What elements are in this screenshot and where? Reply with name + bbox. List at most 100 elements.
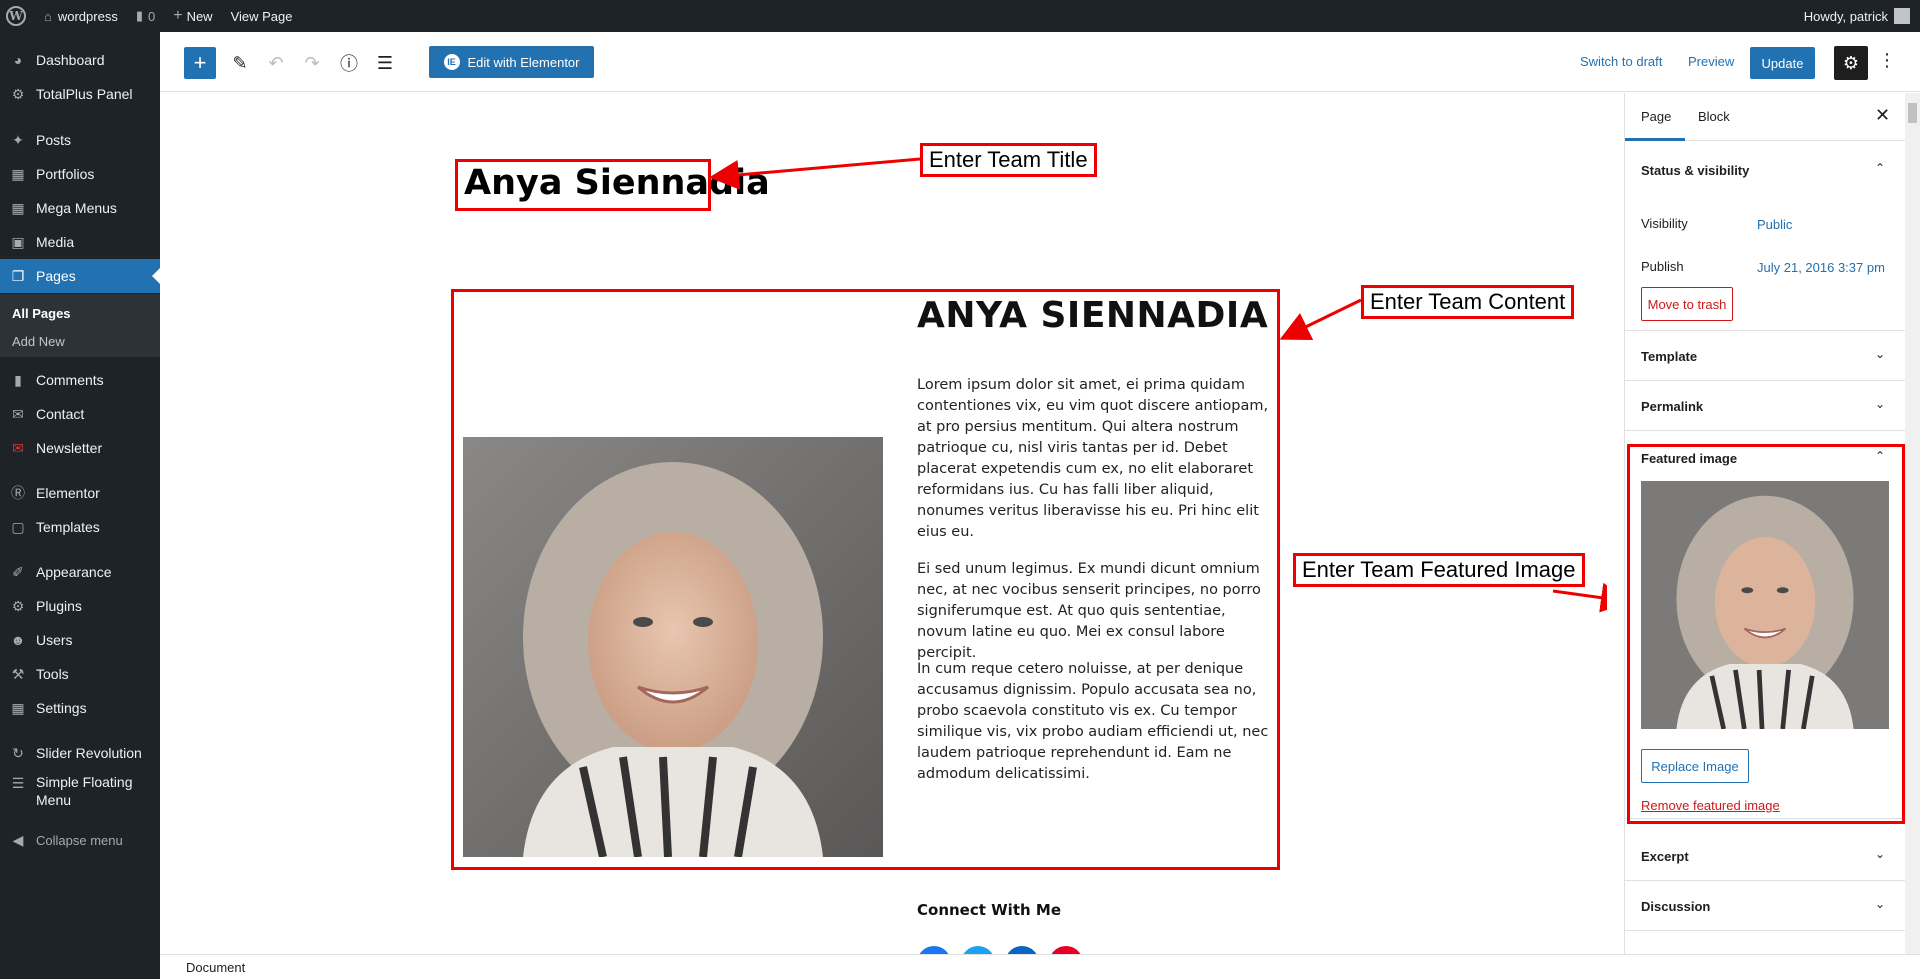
editor-header: + ✎ ↶ ↷ ⓘ ☰ IE Edit with Elementor Switc… [160, 32, 1920, 92]
menu-label: Elementor [36, 485, 100, 501]
linkedin-icon[interactable] [1005, 946, 1039, 954]
visibility-value[interactable]: Public [1757, 217, 1792, 232]
comments-link[interactable]: ▮ 0 [127, 0, 164, 32]
site-name: wordpress [57, 8, 118, 24]
panel-template[interactable]: Template ⌄ [1625, 331, 1906, 381]
collapse-menu-button[interactable]: ◀ Collapse menu [0, 823, 160, 857]
close-icon[interactable]: ✕ [1875, 105, 1890, 126]
menu-label: Slider Revolution [36, 745, 142, 761]
menu-item-users[interactable]: ☻ Users [0, 623, 160, 657]
preview-button[interactable]: Preview [1688, 54, 1734, 69]
menu-item-newsletter[interactable]: ✉ Newsletter [0, 431, 160, 465]
submenu-add-new[interactable]: Add New [12, 334, 65, 349]
chevron-down-icon: ⌄ [1875, 847, 1886, 861]
submenu-all-pages[interactable]: All Pages [12, 306, 71, 321]
info-icon[interactable]: ⓘ [337, 50, 361, 76]
menu-item-pages[interactable]: ❐ Pages [0, 259, 160, 293]
menu-label: Comments [36, 372, 104, 388]
chevron-down-icon: ⌄ [1875, 347, 1886, 361]
sidebar-scrollbar[interactable] [1905, 93, 1920, 954]
more-options-icon[interactable]: ⋮ [1878, 50, 1896, 71]
settings-gear-icon[interactable]: ⚙ [1834, 46, 1868, 80]
admin-menu: ◕ Dashboard ⚙ TotalPlus Panel ✦ Posts ▦ Port… [0, 32, 160, 979]
menu-item-comments[interactable]: ▮ Comments [0, 363, 160, 397]
chevron-up-icon[interactable]: ⌃ [1875, 161, 1885, 175]
panel-discussion[interactable]: Discussion ⌄ [1625, 881, 1906, 931]
panel-title: Excerpt [1641, 849, 1689, 864]
editor-canvas: Anya Siennadia ANYA SIENNADIA Lorem ipsu… [160, 93, 1607, 954]
menu-label: Plugins [36, 598, 82, 614]
list-view-icon[interactable]: ☰ [373, 50, 397, 76]
annotation-content-label: Enter Team Content [1361, 285, 1575, 319]
mail-icon: ✉ [12, 405, 24, 422]
panel-permalink[interactable]: Permalink ⌄ [1625, 381, 1906, 431]
add-block-button[interactable]: + [184, 47, 216, 79]
menu-item-media[interactable]: ▣ Media [0, 225, 160, 259]
menu-label: Newsletter [36, 440, 103, 456]
media-icon: ▣ [11, 233, 25, 250]
facebook-icon[interactable] [917, 946, 951, 954]
move-to-trash-button[interactable]: Move to trash [1641, 287, 1733, 321]
comment-icon: ▮ [14, 371, 22, 388]
publish-label: Publish [1641, 259, 1684, 274]
panel-excerpt[interactable]: Excerpt ⌄ [1625, 831, 1906, 881]
menu-label: Portfolios [36, 166, 95, 182]
wrench-icon: ⚒ [11, 665, 25, 682]
panel-title: Permalink [1641, 399, 1704, 414]
menu-item-contact[interactable]: ✉ Contact [0, 397, 160, 431]
panel-title[interactable]: Status & visibility [1641, 163, 1749, 178]
menu-item-mega-menus[interactable]: ▦ Mega Menus [0, 191, 160, 225]
tab-block[interactable]: Block [1698, 109, 1730, 124]
newsletter-icon: ✉ [12, 439, 24, 456]
pin-icon: ✦ [12, 131, 24, 148]
avatar [1894, 8, 1910, 24]
menu-item-tools[interactable]: ⚒ Tools [0, 657, 160, 691]
comment-icon: ▮ [135, 8, 143, 23]
chevron-down-icon: ⌄ [1875, 897, 1886, 911]
edit-pencil-icon[interactable]: ✎ [228, 50, 252, 76]
menu-item-plugins[interactable]: ⚙ Plugins [0, 589, 160, 623]
publish-value[interactable]: July 21, 2016 3:37 pm [1757, 260, 1885, 275]
menu-label: Templates [36, 519, 100, 535]
annotation-content-box [451, 289, 1280, 870]
switch-to-draft-button[interactable]: Switch to draft [1580, 54, 1662, 69]
menu-item-simple-floating-menu[interactable]: ☰ Simple Floating Menu [0, 773, 160, 813]
menu-item-templates[interactable]: ▢ Templates [0, 510, 160, 544]
admin-bar: W ⌂ wordpress ▮ 0 + New View Page Howdy,… [0, 0, 1920, 32]
elementor-icon: IE [443, 54, 460, 70]
annotation-title-label: Enter Team Title [920, 143, 1097, 177]
scrollbar-thumb[interactable] [1908, 103, 1917, 123]
elementor-icon: Ⓡ [11, 485, 25, 501]
breadcrumb[interactable]: Document [186, 960, 245, 975]
arrow-content [1279, 298, 1362, 340]
menu-item-dashboard[interactable]: ◕ Dashboard [0, 43, 160, 77]
wp-logo-menu[interactable]: W [0, 0, 35, 32]
menu-item-totalplus[interactable]: ⚙ TotalPlus Panel [0, 77, 160, 111]
menu-label: Simple Floating Menu [36, 774, 133, 808]
edit-with-elementor-button[interactable]: IE Edit with Elementor [429, 46, 594, 78]
account-menu[interactable]: Howdy, patrick [1804, 0, 1910, 32]
menu-item-elementor[interactable]: Ⓡ Elementor [0, 476, 160, 510]
menu-item-portfolios[interactable]: ▦ Portfolios [0, 157, 160, 191]
redo-icon[interactable]: ↷ [300, 50, 324, 76]
menu-label: Pages [36, 268, 76, 284]
site-name-link[interactable]: ⌂ wordpress [35, 0, 127, 32]
chevron-down-icon: ⌄ [1875, 397, 1886, 411]
update-button[interactable]: Update [1750, 47, 1815, 79]
settings-icon: ▦ [11, 699, 25, 716]
tab-page[interactable]: Page [1641, 109, 1671, 124]
menu-item-slider-revolution[interactable]: ↻ Slider Revolution [0, 736, 160, 770]
arrow-featured [1552, 582, 1607, 613]
menu-label: Users [36, 632, 73, 648]
pinterest-icon[interactable] [1049, 946, 1083, 954]
menu-item-settings[interactable]: ▦ Settings [0, 691, 160, 725]
menu-item-appearance[interactable]: ✐ Appearance [0, 555, 160, 589]
comments-count: 0 [147, 8, 156, 24]
menu-item-posts[interactable]: ✦ Posts [0, 123, 160, 157]
view-page-link[interactable]: View Page [222, 0, 302, 32]
new-content-link[interactable]: + New [164, 0, 221, 32]
dashboard-icon: ◕ [13, 52, 23, 68]
connect-heading[interactable]: Connect With Me [917, 901, 1061, 919]
twitter-icon[interactable] [961, 946, 995, 954]
undo-icon[interactable]: ↶ [264, 50, 288, 76]
